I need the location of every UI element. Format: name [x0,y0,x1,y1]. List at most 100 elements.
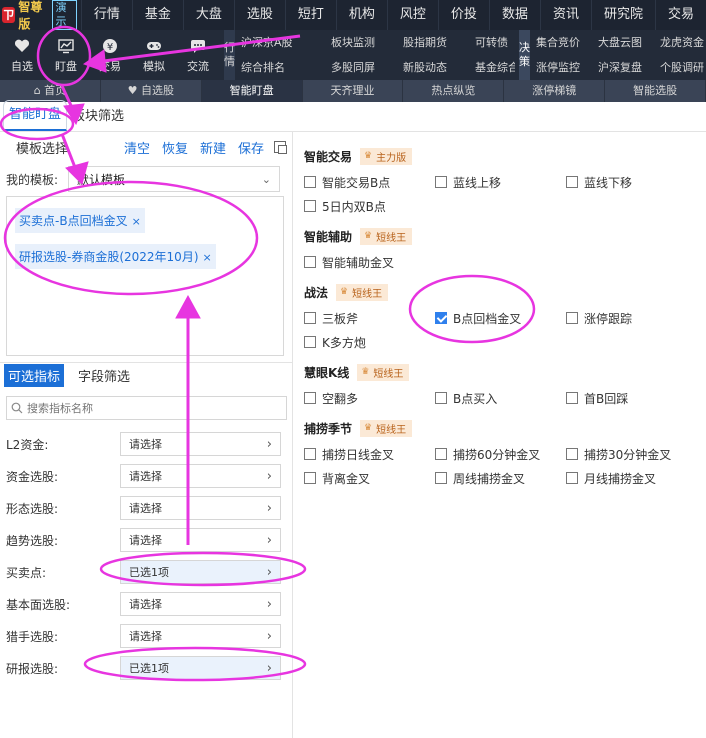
option-checkbox[interactable]: 捕捞30分钟金叉 [566,442,697,466]
close-icon[interactable]: × [203,251,212,264]
quick-link[interactable]: 新股动态 [397,55,469,80]
filter-select[interactable]: 请选择 › [120,592,281,616]
nav-tab-6[interactable]: 智能选股 [605,80,706,102]
filter-select[interactable]: 已选1项 › [120,560,281,584]
quick-link[interactable]: 沪深复盘 [592,55,654,80]
template-select[interactable]: 默认模板 ⌄ [68,166,280,192]
quick-link[interactable]: 股指期货 [397,30,469,55]
tab-juece[interactable]: 决策 [519,30,530,80]
menu-item-0[interactable]: 行情 [80,0,132,30]
option-checkbox[interactable]: 捕捞日线金叉 [304,442,435,466]
menu-item-2[interactable]: 大盘 [182,0,234,30]
option-checkbox[interactable]: K多方炮 [304,330,435,354]
option-checkbox[interactable]: 蓝线下移 [566,170,697,194]
restore-button[interactable]: 恢复 [162,138,188,157]
nav-tab-4[interactable]: 热点纵览 [403,80,505,102]
version-badge-label: 短线王 [373,368,404,380]
new-template-button[interactable]: 新建 [200,138,226,157]
checkbox[interactable] [566,392,578,404]
option-checkbox[interactable]: 背离金叉 [304,466,435,490]
tool-button-2[interactable]: ¥ 交易 [88,30,132,80]
filter-select[interactable]: 请选择 › [120,432,281,456]
quick-link[interactable]: 板块监测 [325,30,397,55]
option-checkbox[interactable]: 捕捞60分钟金叉 [435,442,566,466]
option-checkbox[interactable]: 三板斧 [304,306,435,330]
checkbox[interactable] [435,472,447,484]
menu-item-5[interactable]: 机构 [335,0,387,30]
menu-item-6[interactable]: 风控 [386,0,438,30]
tool-button-3[interactable]: 模拟 [132,30,176,80]
option-checkbox[interactable]: B点回档金叉 [435,306,566,330]
quick-link[interactable]: 可转债 [469,30,515,55]
option-checkbox[interactable]: 月线捕捞金叉 [566,466,697,490]
checkbox[interactable] [304,200,316,212]
tab-smart-watch[interactable]: 智能盯盘 [3,100,68,131]
checkbox[interactable] [304,312,316,324]
indicator-search[interactable] [6,396,287,420]
quick-link[interactable]: 大盘云图 [592,30,654,55]
checkbox[interactable] [304,176,316,188]
option-checkbox[interactable]: 涨停跟踪 [566,306,697,330]
option-checkbox[interactable]: 智能交易B点 [304,170,435,194]
filter-select[interactable]: 请选择 › [120,496,281,520]
checkbox[interactable] [304,472,316,484]
quick-link[interactable]: 沪深京A股 [235,30,325,55]
checkbox[interactable] [566,176,578,188]
checkbox[interactable] [435,312,447,324]
filter-select[interactable]: 已选1项 › [120,656,281,680]
save-button[interactable]: 保存 [238,138,264,157]
checkbox[interactable] [304,392,316,404]
checkbox[interactable] [435,448,447,460]
nav-tab-5[interactable]: 涨停梯镜 [504,80,606,102]
option-checkbox[interactable]: 智能辅助金叉 [304,250,435,274]
tab-sector-filter[interactable]: 板块筛选 [67,103,129,131]
menu-item-7[interactable]: 价投 [437,0,489,30]
tab-field-filter[interactable]: 字段筛选 [74,364,134,387]
tool-button-0[interactable]: 自选 [0,30,44,80]
checkbox[interactable] [304,256,316,268]
tab-optional-indicators[interactable]: 可选指标 [4,364,65,387]
tool-button-4[interactable]: 交流 [176,30,220,80]
tab-hangqing[interactable]: 行情 [224,30,235,80]
nav-tab-3[interactable]: 天齐理业 [303,80,404,102]
quick-link[interactable]: 个股调研 [654,55,706,80]
copy-icon[interactable] [274,141,287,154]
option-checkbox[interactable]: 空翻多 [304,386,435,410]
menu-item-3[interactable]: 选股 [233,0,285,30]
quick-link[interactable]: 涨停监控 [530,55,592,80]
menu-item-4[interactable]: 短打 [284,0,336,30]
option-checkbox[interactable]: 周线捕捞金叉 [435,466,566,490]
checkbox[interactable] [566,448,578,460]
quick-link[interactable]: 集合竞价 [530,30,592,55]
option-checkbox[interactable]: 5日内双B点 [304,194,435,218]
quick-link[interactable]: 基金综合 [469,55,515,80]
nav-tab-2[interactable]: 智能盯盘 [201,80,303,102]
quick-link[interactable]: 综合排名 [235,55,325,80]
nav-tab-1[interactable]: ♥ 自选股 [101,80,202,102]
option-label: 月线捕捞金叉 [584,471,657,486]
checkbox[interactable] [435,176,447,188]
filter-select[interactable]: 请选择 › [120,464,281,488]
checkbox[interactable] [304,448,316,460]
menu-item-10[interactable]: 研究院 [590,0,655,30]
option-checkbox[interactable]: B点买入 [435,386,566,410]
menu-item-9[interactable]: 资讯 [539,0,591,30]
nav-tab-0[interactable]: ⌂ 首页 [0,80,101,102]
filter-select[interactable]: 请选择 › [120,528,281,552]
checkbox[interactable] [304,336,316,348]
checkbox[interactable] [566,472,578,484]
filter-select[interactable]: 请选择 › [120,624,281,648]
quick-link[interactable]: 多股同屏 [325,55,397,80]
clear-button[interactable]: 清空 [124,138,150,157]
search-input[interactable] [27,401,286,415]
checkbox[interactable] [566,312,578,324]
option-checkbox[interactable]: 首B回踩 [566,386,697,410]
menu-item-8[interactable]: 数据 [488,0,540,30]
option-checkbox[interactable]: 蓝线上移 [435,170,566,194]
quick-link[interactable]: 龙虎资金 [654,30,706,55]
tool-button-1[interactable]: 盯盘 [44,30,88,80]
close-icon[interactable]: × [132,215,141,228]
checkbox[interactable] [435,392,447,404]
menu-item-1[interactable]: 基金 [131,0,183,30]
menu-item-11[interactable]: 交易 [654,0,706,30]
